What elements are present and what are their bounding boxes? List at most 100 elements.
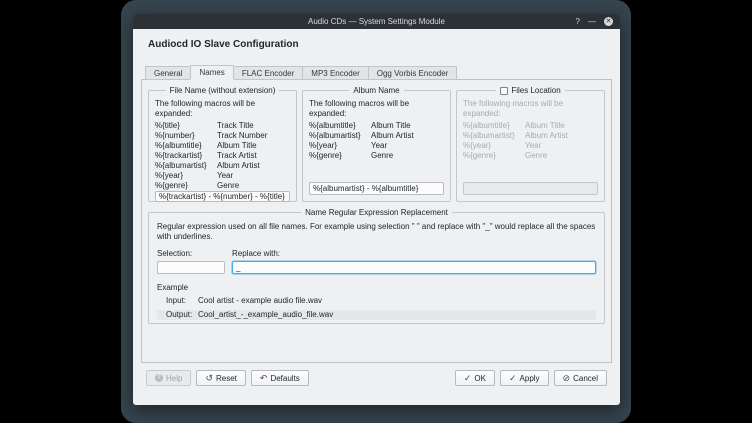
files-location-group: Files Location The following macros will…: [456, 90, 605, 202]
macro-token: %{genre}: [463, 151, 525, 161]
files-location-input[interactable]: [463, 182, 598, 195]
settings-window: Audio CDs — System Settings Module ? — ✕…: [133, 14, 620, 405]
help-icon: ?: [155, 374, 163, 382]
desktop-background: Audio CDs — System Settings Module ? — ✕…: [0, 0, 752, 423]
content-frame: File Name (without extension) The follow…: [141, 79, 612, 363]
tab-general[interactable]: General: [145, 66, 190, 80]
example-label: Example: [157, 283, 596, 292]
macro-description: Track Title: [217, 121, 254, 131]
macro-description: Album Title: [371, 121, 411, 131]
files-location-checkbox[interactable]: [500, 87, 508, 95]
group-title: Files Location: [457, 86, 604, 97]
group-title: File Name (without extension): [149, 86, 296, 95]
macro-row: %{genre}Genre: [155, 181, 290, 191]
page-title: Audiocd IO Slave Configuration: [148, 39, 299, 50]
macro-token: %{albumartist}: [309, 131, 371, 141]
titlebar[interactable]: Audio CDs — System Settings Module ? — ✕: [133, 14, 620, 29]
macro-description: Year: [371, 141, 387, 151]
macro-row: %{title}Track Title: [155, 121, 290, 131]
tab-flac-encoder[interactable]: FLAC Encoder: [234, 66, 302, 80]
cancel-icon: ⊘: [563, 374, 571, 383]
reset-button[interactable]: ↺ Reset: [196, 370, 245, 386]
tab-names[interactable]: Names: [190, 65, 233, 80]
titlebar-controls: ? — ✕: [576, 14, 613, 29]
macro-description: Year: [217, 171, 233, 181]
ok-button[interactable]: ✓ OK: [455, 370, 495, 386]
macro-row: %{year}Year: [309, 141, 444, 151]
titlebar-help-button[interactable]: ?: [576, 14, 580, 29]
macro-token: %{albumtitle}: [309, 121, 371, 131]
macro-row: %{albumtitle}Album Title: [309, 121, 444, 131]
regex-description: Regular expression used on all file name…: [157, 222, 596, 242]
left-button-group: ? Help ↺ Reset ↶ Defaults: [146, 370, 309, 386]
example-output-value: Cool_artist_-_example_audio_file.wav: [198, 310, 333, 320]
macro-description: Album Artist: [371, 131, 414, 141]
help-button[interactable]: ? Help: [146, 370, 191, 386]
album-name-group: Album Name The following macros will be …: [302, 90, 451, 202]
cancel-button[interactable]: ⊘ Cancel: [554, 370, 607, 386]
window-body: Audiocd IO Slave Configuration General N…: [133, 29, 620, 405]
macro-description: Album Title: [217, 141, 257, 151]
macro-row: %{albumartist}Album Artist: [463, 131, 598, 141]
macro-token: %{year}: [309, 141, 371, 151]
macro-row: %{albumartist}Album Artist: [155, 161, 290, 171]
macro-row: %{albumartist}Album Artist: [309, 131, 444, 141]
groups-row: File Name (without extension) The follow…: [148, 90, 605, 202]
macro-hint: The following macros will be expanded:: [155, 99, 290, 119]
macro-row: %{year}Year: [463, 141, 598, 151]
macro-row: %{genre}Genre: [463, 151, 598, 161]
macro-token: %{title}: [155, 121, 217, 131]
group-title: Album Name: [303, 86, 450, 95]
macro-token: %{trackartist}: [155, 151, 217, 161]
macro-token: %{albumtitle}: [463, 121, 525, 131]
macro-row: %{albumtitle}Album Title: [155, 141, 290, 151]
album-name-pattern-input[interactable]: [309, 182, 444, 195]
example-input-value: Cool artist - example audio file.wav: [198, 296, 322, 306]
example-output-label: Output:: [166, 310, 198, 320]
close-button[interactable]: ✕: [604, 17, 613, 26]
macro-description: Genre: [525, 151, 547, 161]
window-title: Audio CDs — System Settings Module: [308, 17, 445, 26]
replace-with-input[interactable]: [232, 261, 596, 274]
macro-token: %{genre}: [309, 151, 371, 161]
selection-label: Selection:: [157, 249, 225, 258]
macro-description: Album Title: [525, 121, 565, 131]
macro-description: Genre: [217, 181, 239, 191]
macro-row: %{genre}Genre: [309, 151, 444, 161]
tab-ogg-vorbis-encoder[interactable]: Ogg Vorbis Encoder: [368, 66, 458, 80]
dialog-button-row: ? Help ↺ Reset ↶ Defaults: [146, 370, 607, 386]
macro-description: Year: [525, 141, 541, 151]
defaults-button[interactable]: ↶ Defaults: [251, 370, 309, 386]
macro-token: %{year}: [463, 141, 525, 151]
macro-row: %{number}Track Number: [155, 131, 290, 141]
file-name-pattern-input[interactable]: [155, 191, 290, 202]
macro-description: Track Number: [217, 131, 267, 141]
example-input-row: Input: Cool artist - example audio file.…: [157, 296, 596, 306]
macro-token: %{albumartist}: [463, 131, 525, 141]
minimize-button[interactable]: —: [588, 14, 596, 29]
defaults-icon: ↶: [260, 374, 268, 383]
apply-button[interactable]: ✓ Apply: [500, 370, 549, 386]
regex-replacement-group: Name Regular Expression Replacement Regu…: [148, 212, 605, 324]
replace-with-label: Replace with:: [232, 249, 596, 258]
screen: Audio CDs — System Settings Module ? — ✕…: [121, 0, 631, 423]
macro-hint: The following macros will be expanded:: [309, 99, 444, 119]
file-name-group: File Name (without extension) The follow…: [148, 90, 297, 202]
right-button-group: ✓ OK ✓ Apply ⊘ Cancel: [455, 370, 607, 386]
selection-input[interactable]: [157, 261, 225, 274]
example-input-label: Input:: [166, 296, 198, 306]
macro-description: Album Artist: [525, 131, 568, 141]
files-location-label: Files Location: [511, 86, 560, 95]
macro-token: %{albumartist}: [155, 161, 217, 171]
macro-hint: The following macros will be expanded:: [463, 99, 598, 119]
macro-description: Track Artist: [217, 151, 257, 161]
macro-row: %{year}Year: [155, 171, 290, 181]
macro-description: Genre: [371, 151, 393, 161]
macro-description: Album Artist: [217, 161, 260, 171]
example-output-row: Output: Cool_artist_-_example_audio_file…: [157, 310, 596, 320]
tab-mp3-encoder[interactable]: MP3 Encoder: [302, 66, 367, 80]
macro-row: %{albumtitle}Album Title: [463, 121, 598, 131]
macro-row: %{trackartist}Track Artist: [155, 151, 290, 161]
tab-bar: General Names FLAC Encoder MP3 Encoder O…: [145, 65, 457, 80]
ok-check-icon: ✓: [464, 374, 472, 383]
